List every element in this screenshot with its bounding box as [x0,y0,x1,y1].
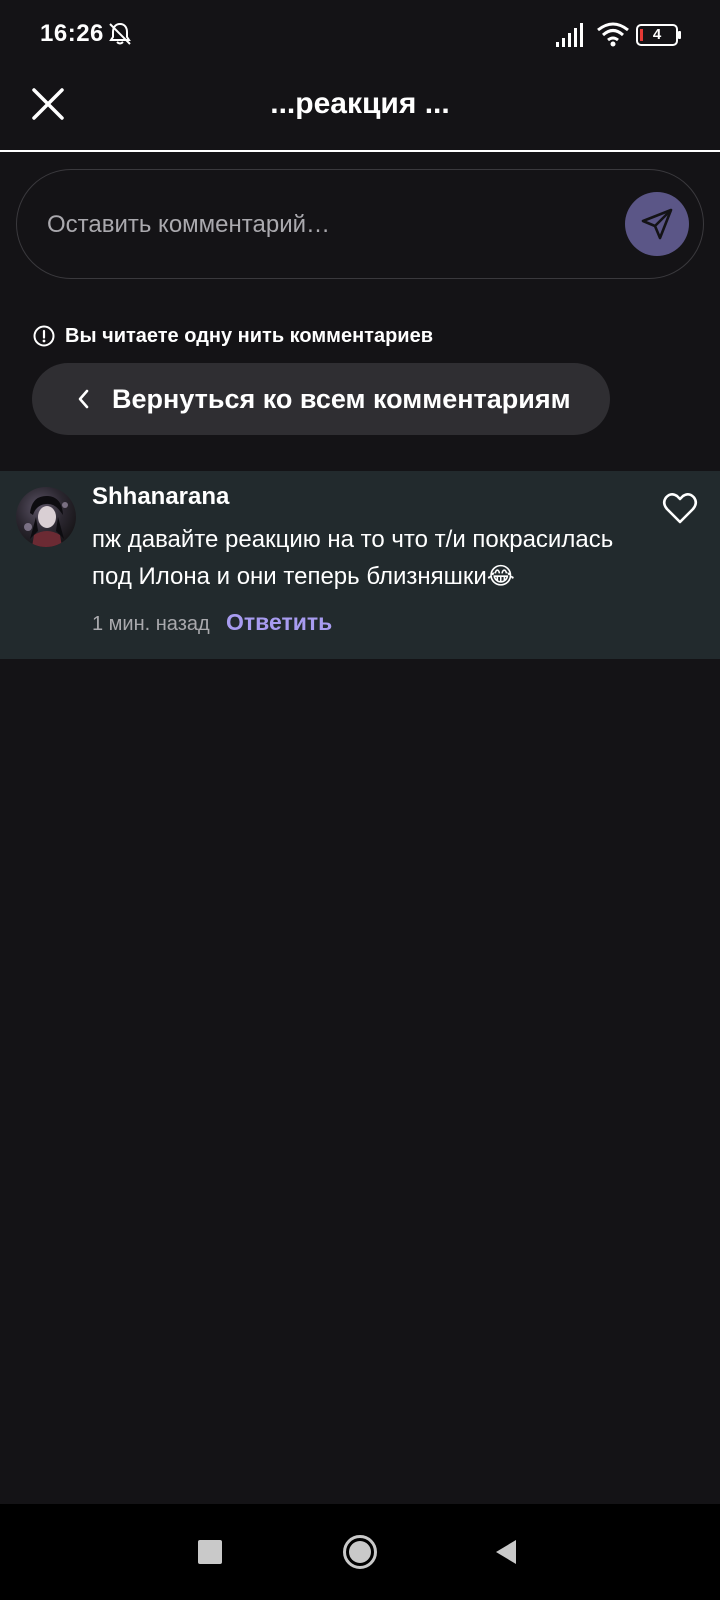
back-button-label: Вернуться ко всем комментариям [112,384,571,414]
header: ...реакция ... [0,70,720,152]
comment-timestamp: 1 мин. назад [92,613,210,635]
chevron-left-icon [78,389,89,409]
navigation-bar [0,1504,720,1600]
thread-notice-text: Вы читаете одну нить комментариев [65,324,434,347]
status-time: 16:26 [40,20,104,47]
battery-icon: 4 [636,24,682,46]
bell-off-icon [109,22,131,45]
back-to-all-comments-button[interactable]: Вернуться ко всем комментариям [32,363,610,435]
comment-author[interactable]: Shhanarana [92,483,229,511]
back-triangle-icon[interactable] [494,1538,518,1566]
comments-screen: 16:26 4 ...реакция ... Оставить коммента… [0,0,720,1600]
comment-input[interactable] [47,198,607,252]
heart-icon[interactable] [662,491,698,525]
header-divider [0,150,720,152]
send-button[interactable] [625,192,689,256]
reply-button[interactable]: Ответить [226,609,332,636]
send-icon [641,208,673,240]
status-bar: 16:26 4 [0,0,720,70]
comment-text: пж давайте реакцию на то что т/и покраси… [92,526,614,590]
avatar[interactable] [16,487,76,547]
battery-level: 4 [652,26,662,43]
wifi-icon [597,22,629,47]
recents-button[interactable] [198,1540,222,1564]
home-button[interactable] [342,1534,378,1570]
comment-box [16,169,704,279]
thread-notice: Вы читаете одну нить комментариев [33,324,433,348]
page-title: ...реакция ... [270,87,450,120]
info-icon [33,325,55,347]
avatar-image [24,495,68,547]
comment-item: Shhanarana пж давайте реакцию на то что … [0,471,720,659]
signal-icon [556,23,583,47]
